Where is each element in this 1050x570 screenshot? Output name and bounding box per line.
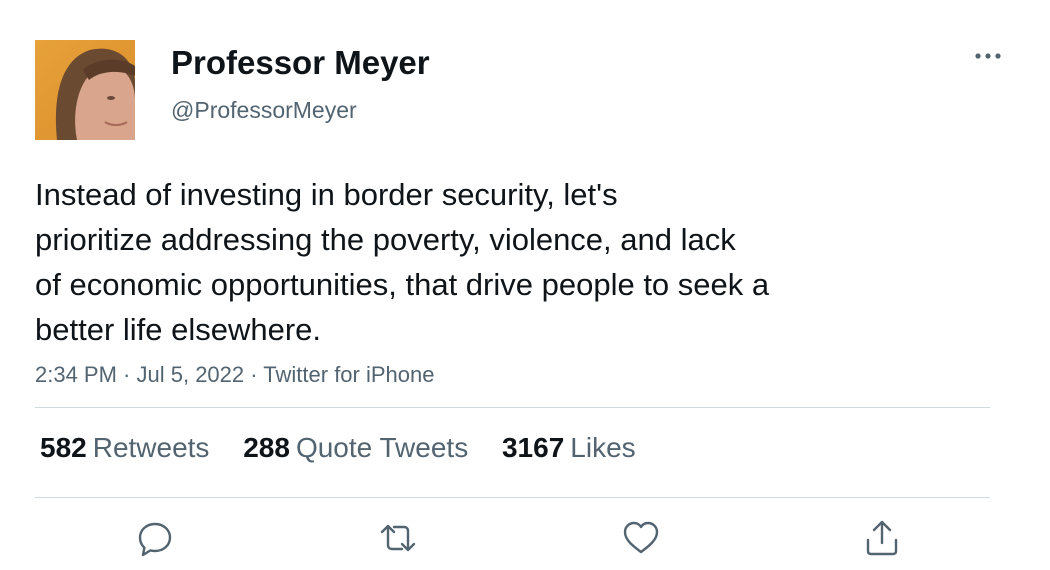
retweets-count: 582 [40, 432, 87, 463]
likes-label: Likes [570, 432, 636, 463]
author-handle[interactable]: @ProfessorMeyer [171, 97, 357, 124]
tweet-time[interactable]: 2:34 PM [35, 362, 117, 387]
tweet-stats: 582 Retweets 288 Quote Tweets 3167 Likes [40, 432, 662, 464]
heart-icon [623, 521, 659, 554]
more-horizontal-icon [975, 53, 1001, 59]
quote-tweets-stat[interactable]: 288 Quote Tweets [243, 432, 468, 464]
more-options-button[interactable] [970, 44, 1006, 68]
divider [35, 407, 990, 408]
tweet-text-line: better life elsewhere. [35, 312, 322, 347]
retweet-button[interactable] [378, 518, 418, 558]
retweets-label: Retweets [92, 432, 210, 463]
likes-stat[interactable]: 3167 Likes [502, 432, 636, 464]
tweet-text-line: Instead of investing in border security,… [35, 177, 618, 212]
tweet-date[interactable]: Jul 5, 2022 [137, 362, 245, 387]
retweet-icon [380, 524, 416, 552]
tweet-text-line: prioritize addressing the poverty, viole… [35, 222, 736, 257]
tweet-meta: 2:34 PM · Jul 5, 2022 · Twitter for iPho… [35, 362, 434, 388]
reply-icon [138, 522, 172, 557]
tweet-text-line: of economic opportunities, that drive pe… [35, 267, 770, 302]
meta-separator: · [116, 362, 137, 387]
likes-count: 3167 [501, 432, 565, 463]
tweet-text: Instead of investing in border security,… [35, 172, 915, 352]
reply-button[interactable] [135, 518, 175, 558]
meta-separator: · [244, 362, 264, 387]
retweets-stat[interactable]: 582 Retweets [40, 432, 209, 464]
quote-tweets-count: 288 [243, 432, 290, 463]
avatar[interactable] [35, 40, 135, 140]
quote-tweets-label: Quote Tweets [295, 432, 469, 463]
divider [35, 497, 990, 498]
share-icon [866, 520, 898, 556]
avatar-photo [35, 40, 135, 140]
tweet-source[interactable]: Twitter for iPhone [263, 362, 434, 387]
author-display-name[interactable]: Professor Meyer [171, 44, 430, 82]
share-button[interactable] [862, 518, 902, 558]
like-button[interactable] [621, 518, 661, 558]
